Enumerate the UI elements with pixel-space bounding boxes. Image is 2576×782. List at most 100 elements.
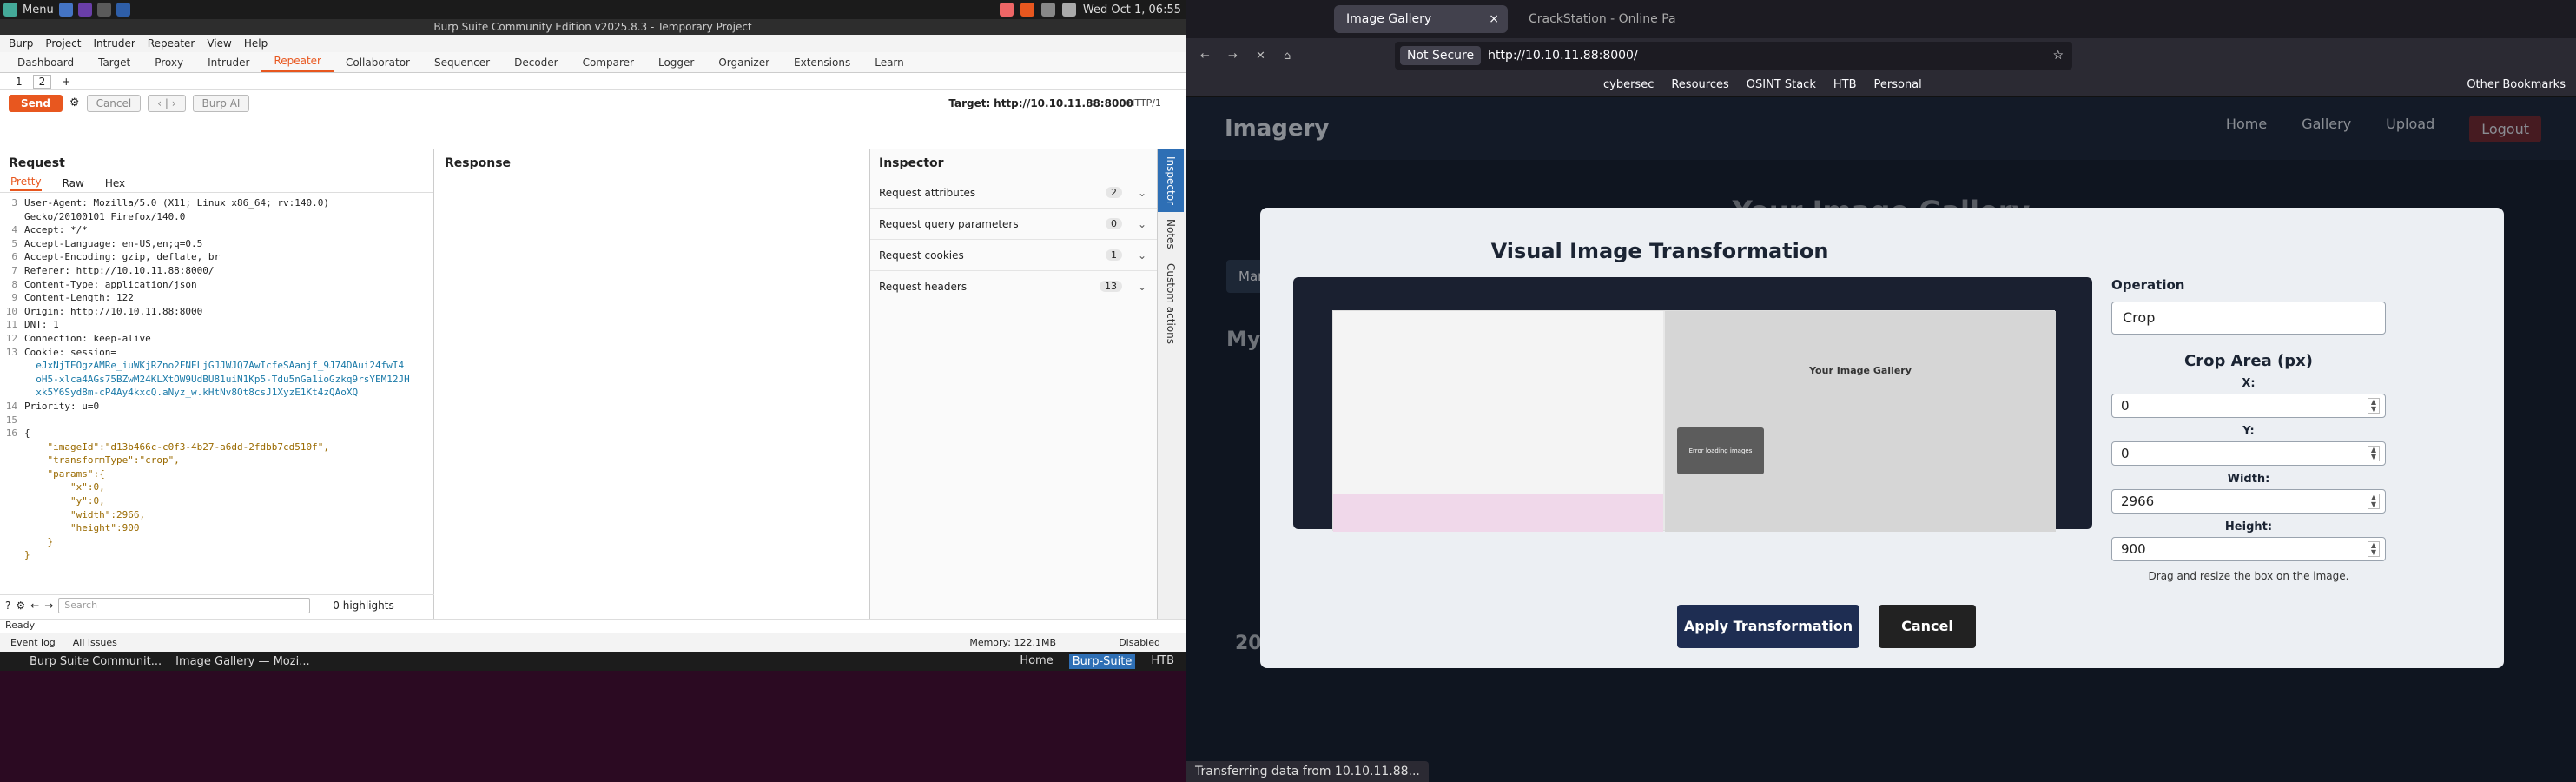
spinner-icon[interactable]: ▲ ▼	[2368, 541, 2380, 557]
nav-home[interactable]: Home	[2226, 116, 2267, 142]
taskbar-app-firefox[interactable]: Image Gallery — Mozi...	[175, 655, 309, 668]
rail-inspector[interactable]: Inspector	[1158, 149, 1184, 212]
apply-transformation-button[interactable]: Apply Transformation	[1677, 605, 1859, 648]
tab-proxy[interactable]: Proxy	[142, 53, 195, 72]
event-log-link[interactable]: Event log	[10, 637, 56, 648]
tab-repeater[interactable]: Repeater	[261, 51, 334, 72]
operation-select[interactable]: Crop	[2111, 302, 2386, 335]
width-input[interactable]: 2966 ▲ ▼	[2111, 489, 2386, 514]
cancel-button[interactable]: Cancel	[1879, 605, 1976, 648]
tab-dashboard[interactable]: Dashboard	[5, 53, 86, 72]
settings-icon[interactable]: ⚙	[16, 600, 25, 612]
all-issues-link[interactable]: All issues	[73, 637, 117, 648]
taskbar-app-burp[interactable]: Burp Suite Communit...	[3, 655, 162, 668]
nav-upload[interactable]: Upload	[2386, 116, 2434, 142]
tab-logger[interactable]: Logger	[646, 53, 706, 72]
reload-icon[interactable]: ✕	[1256, 50, 1265, 63]
url-text[interactable]: http://10.10.11.88:8000/	[1488, 49, 1638, 63]
view-tab-raw[interactable]: Raw	[63, 177, 84, 189]
search-input[interactable]: Search	[58, 597, 311, 613]
add-tab-icon[interactable]: +	[62, 76, 70, 88]
chevron-down-icon[interactable]: ⌄	[1138, 281, 1146, 293]
back-button[interactable]: ‹ | ›	[148, 94, 186, 112]
tab-decoder[interactable]: Decoder	[502, 53, 571, 72]
next-icon[interactable]: →	[44, 600, 53, 612]
browser-tab-gallery[interactable]: Image Gallery ×	[1334, 5, 1508, 33]
workspace-home[interactable]: Home	[1020, 654, 1053, 669]
y-input[interactable]: 0 ▲ ▼	[2111, 441, 2386, 466]
http-version[interactable]: HTTP/1	[1127, 97, 1161, 109]
home-icon[interactable]: ⌂	[1284, 50, 1291, 63]
burp-icon[interactable]	[1020, 3, 1034, 17]
volume-icon[interactable]	[1061, 3, 1076, 17]
subtab-2[interactable]: 2	[32, 74, 52, 89]
menu-help[interactable]: Help	[244, 37, 268, 50]
browser-tab-crackstation[interactable]: CrackStation - Online Pa	[1516, 5, 1690, 33]
image-preview[interactable]: Your Image Gallery Error loading images	[1332, 310, 2056, 532]
crop-canvas[interactable]: Your Image Gallery Error loading images	[1293, 277, 2092, 532]
inspector-row-query[interactable]: Request query parameters 0 ⌄	[870, 209, 1157, 240]
firefox-icon[interactable]	[999, 3, 1014, 17]
chevron-down-icon[interactable]: ⌄	[1138, 218, 1146, 230]
menu-label[interactable]: Menu	[23, 3, 54, 17]
rail-custom-actions[interactable]: Custom actions	[1158, 256, 1184, 351]
rail-notes[interactable]: Notes	[1158, 212, 1184, 256]
clock[interactable]: Wed Oct 1, 06:55	[1083, 3, 1181, 17]
bookmark-folder-personal[interactable]: Personal	[1874, 78, 1922, 91]
workspace-burp[interactable]: Burp-Suite	[1068, 653, 1136, 669]
tab-extensions[interactable]: Extensions	[782, 53, 862, 72]
burp-ai-button[interactable]: Burp AI	[192, 94, 250, 112]
not-secure-badge[interactable]: Not Secure	[1400, 46, 1482, 65]
view-tab-hex[interactable]: Hex	[105, 177, 125, 189]
bookmark-folder-resources[interactable]: Resources	[1671, 78, 1728, 91]
network-icon[interactable]	[1040, 3, 1055, 17]
cancel-button[interactable]: Cancel	[86, 94, 142, 112]
nav-gallery[interactable]: Gallery	[2302, 116, 2351, 142]
tab-sequencer[interactable]: Sequencer	[422, 53, 502, 72]
tab-collaborator[interactable]: Collaborator	[334, 53, 422, 72]
tab-target[interactable]: Target	[86, 53, 142, 72]
subtab-1[interactable]: 1	[16, 76, 23, 88]
bookmark-star-icon[interactable]: ☆	[2052, 49, 2064, 63]
disabled-dropdown[interactable]: Disabled	[1119, 637, 1160, 648]
app-icon[interactable]	[77, 3, 92, 17]
view-tab-pretty[interactable]: Pretty	[10, 176, 42, 191]
menu-burp[interactable]: Burp	[9, 37, 33, 50]
tab-organizer[interactable]: Organizer	[706, 53, 782, 72]
terminal-icon[interactable]	[96, 3, 111, 17]
help-icon[interactable]: ?	[5, 600, 10, 612]
gear-icon[interactable]: ⚙	[69, 96, 80, 109]
inspector-row-headers[interactable]: Request headers 13 ⌄	[870, 271, 1157, 302]
menu-project[interactable]: Project	[45, 37, 81, 50]
tab-intruder[interactable]: Intruder	[195, 53, 261, 72]
inspector-row-cookies[interactable]: Request cookies 1 ⌄	[870, 240, 1157, 271]
tab-learn[interactable]: Learn	[862, 53, 916, 72]
menu-view[interactable]: View	[207, 37, 231, 50]
chevron-down-icon[interactable]: ⌄	[1138, 187, 1146, 199]
send-button[interactable]: Send	[9, 94, 63, 112]
other-bookmarks[interactable]: Other Bookmarks	[2467, 78, 2566, 91]
spinner-icon[interactable]: ▲ ▼	[2368, 446, 2380, 461]
inspector-row-attributes[interactable]: Request attributes 2 ⌄	[870, 177, 1157, 209]
workspace-htb[interactable]: HTB	[1151, 654, 1174, 669]
spinner-icon[interactable]: ▲ ▼	[2368, 494, 2380, 509]
bookmark-folder-cybersec[interactable]: cybersec	[1603, 78, 1654, 91]
bookmark-folder-osint[interactable]: OSINT Stack	[1747, 78, 1816, 91]
menu-repeater[interactable]: Repeater	[148, 37, 195, 50]
prev-icon[interactable]: ←	[30, 600, 39, 612]
request-editor[interactable]: 3 User-Agent: Mozilla/5.0 (X11; Linux x86…	[0, 193, 433, 562]
forward-icon[interactable]: →	[1228, 50, 1238, 63]
spinner-icon[interactable]: ▲ ▼	[2368, 398, 2380, 414]
close-icon[interactable]: ×	[1489, 12, 1499, 26]
menu-icon[interactable]	[3, 3, 17, 17]
back-icon[interactable]: ←	[1200, 50, 1210, 63]
url-bar[interactable]: Not Secure http://10.10.11.88:8000/ ☆	[1395, 42, 2072, 70]
tab-comparer[interactable]: Comparer	[571, 53, 646, 72]
bookmark-folder-htb[interactable]: HTB	[1833, 78, 1857, 91]
site-logo[interactable]: Imagery	[1225, 116, 1329, 142]
app-icon[interactable]	[116, 3, 130, 17]
x-input[interactable]: 0 ▲ ▼	[2111, 394, 2386, 418]
height-input[interactable]: 900 ▲ ▼	[2111, 537, 2386, 561]
chevron-down-icon[interactable]: ⌄	[1138, 249, 1146, 262]
menu-intruder[interactable]: Intruder	[93, 37, 135, 50]
